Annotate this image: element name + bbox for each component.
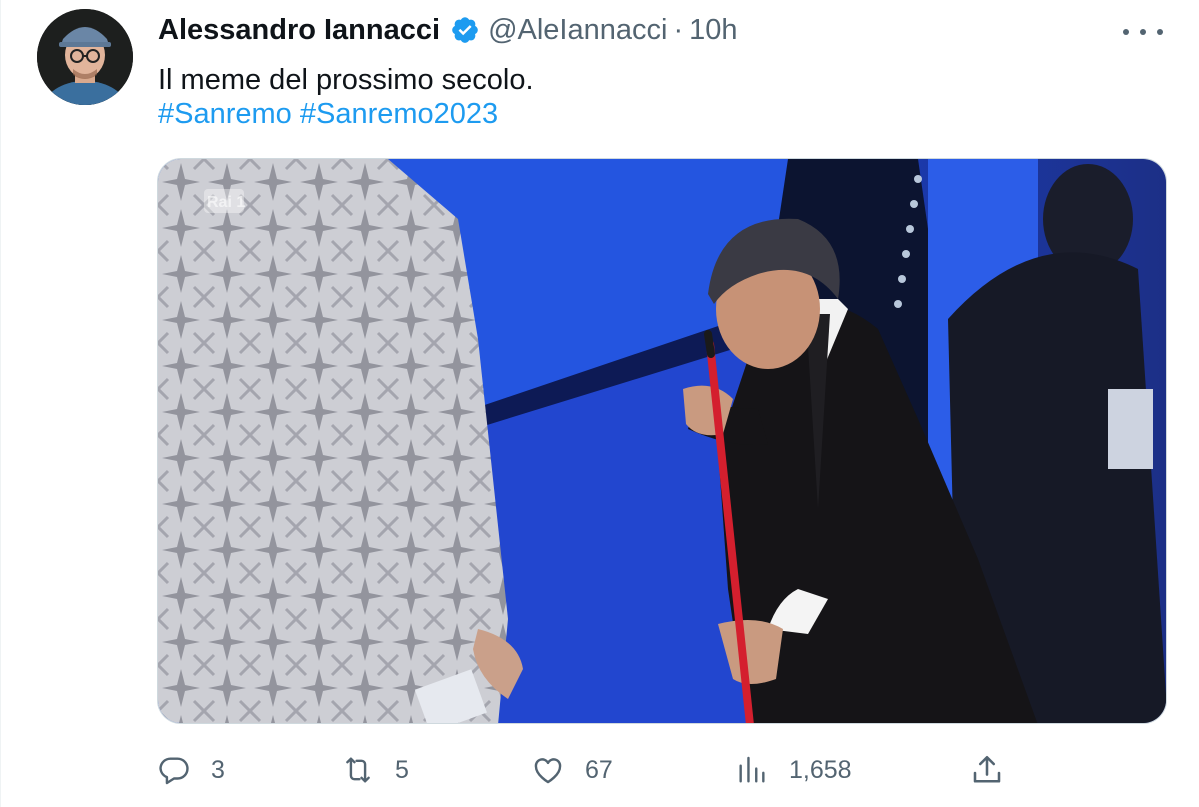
- retweet-count: 5: [395, 755, 409, 784]
- svg-text:Rai 1: Rai 1: [207, 194, 245, 211]
- rai-watermark: Rai 1: [204, 189, 245, 213]
- separator-dot: ·: [673, 14, 684, 46]
- tweet-text: Il meme del prossimo secolo.: [158, 64, 534, 96]
- hashtag-sanremo[interactable]: #Sanremo: [158, 98, 292, 130]
- hashtag-sanremo2023[interactable]: #Sanremo2023: [300, 98, 498, 130]
- more-dot: [1123, 29, 1129, 35]
- media-scene: Rai 1: [158, 159, 1166, 723]
- tweet-header: Alessandro Iannacci @AleIannacci · 10h: [158, 14, 738, 46]
- tweet-action-bar: 3 5 67 1,658: [157, 748, 1007, 792]
- tweet-timestamp[interactable]: 10h: [689, 14, 737, 46]
- views-button[interactable]: 1,658: [735, 748, 852, 792]
- share-icon[interactable]: [969, 752, 1005, 788]
- avatar-photo: [37, 9, 133, 105]
- like-button[interactable]: 67: [531, 748, 613, 792]
- tweet-media-image[interactable]: Rai 1: [157, 158, 1167, 724]
- tweet-card[interactable]: Alessandro Iannacci @AleIannacci · 10h I…: [0, 0, 1199, 807]
- view-count: 1,658: [789, 755, 852, 784]
- author-handle[interactable]: @AleIannacci: [488, 14, 667, 46]
- verified-badge-icon: [450, 15, 480, 45]
- more-dot: [1157, 29, 1163, 35]
- reply-icon: [157, 753, 191, 787]
- retweet-icon: [341, 753, 375, 787]
- heart-icon: [531, 753, 565, 787]
- reply-count: 3: [211, 755, 225, 784]
- author-name[interactable]: Alessandro Iannacci: [158, 14, 440, 46]
- more-options-icon[interactable]: [1123, 22, 1163, 42]
- hashtag-line: #Sanremo #Sanremo2023: [158, 96, 498, 132]
- reply-button[interactable]: 3: [157, 748, 225, 792]
- more-dot: [1140, 29, 1146, 35]
- author-avatar[interactable]: [37, 9, 133, 105]
- like-count: 67: [585, 755, 613, 784]
- retweet-button[interactable]: 5: [341, 748, 409, 792]
- views-icon: [735, 753, 769, 787]
